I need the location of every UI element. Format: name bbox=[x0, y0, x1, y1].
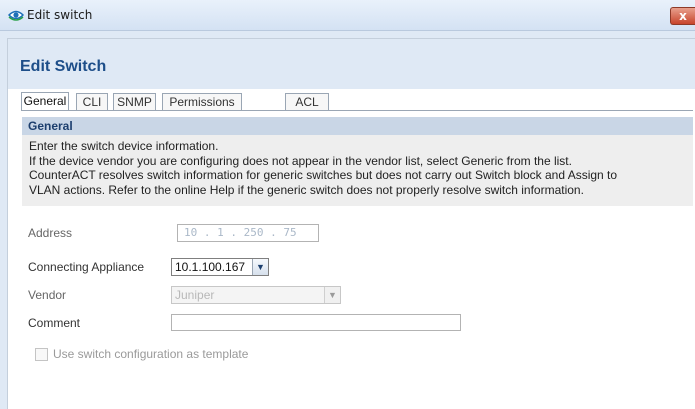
tab-acl[interactable]: ACL bbox=[285, 93, 329, 111]
info-text: Enter the switch device information. If … bbox=[22, 135, 693, 206]
tab-permissions[interactable]: Permissions bbox=[162, 93, 242, 111]
connecting-appliance-value: 10.1.100.167 bbox=[175, 260, 246, 274]
address-label: Address bbox=[28, 226, 73, 240]
dialog-header: Edit Switch bbox=[8, 39, 695, 89]
template-checkbox[interactable] bbox=[35, 348, 48, 361]
vendor-label: Vendor bbox=[28, 288, 67, 302]
close-icon: x bbox=[679, 9, 687, 23]
vendor-value: Juniper bbox=[175, 288, 215, 302]
comment-label: Comment bbox=[28, 316, 81, 330]
info-line: CounterACT resolves switch information f… bbox=[29, 168, 618, 182]
tab-divider bbox=[21, 110, 693, 111]
info-line: VLAN actions. Refer to the online Help i… bbox=[29, 182, 584, 197]
address-input[interactable]: 10 . 1 . 250 . 75 bbox=[177, 224, 319, 242]
close-button[interactable]: x bbox=[670, 7, 695, 25]
chevron-down-icon: ▼ bbox=[324, 287, 340, 303]
window-titlebar: Edit switch x bbox=[0, 0, 695, 31]
comment-input[interactable] bbox=[171, 314, 461, 331]
vendor-select[interactable]: Juniper ▼ bbox=[171, 286, 341, 304]
chevron-down-icon: ▼ bbox=[252, 259, 268, 275]
window-title: Edit switch bbox=[27, 8, 93, 22]
info-line: Enter the switch device information. bbox=[29, 139, 219, 153]
tab-general[interactable]: General bbox=[21, 92, 69, 111]
tab-snmp[interactable]: SNMP bbox=[113, 93, 156, 111]
eye-icon bbox=[7, 8, 25, 22]
connecting-appliance-select[interactable]: 10.1.100.167 ▼ bbox=[171, 258, 269, 276]
template-checkbox-label: Use switch configuration as template bbox=[53, 347, 249, 361]
info-line: If the device vendor you are configuring… bbox=[29, 153, 572, 168]
tab-cli[interactable]: CLI bbox=[76, 93, 108, 111]
dialog-title: Edit Switch bbox=[20, 58, 107, 75]
connecting-appliance-label: Connecting Appliance bbox=[28, 260, 145, 274]
section-title: General bbox=[22, 117, 693, 135]
